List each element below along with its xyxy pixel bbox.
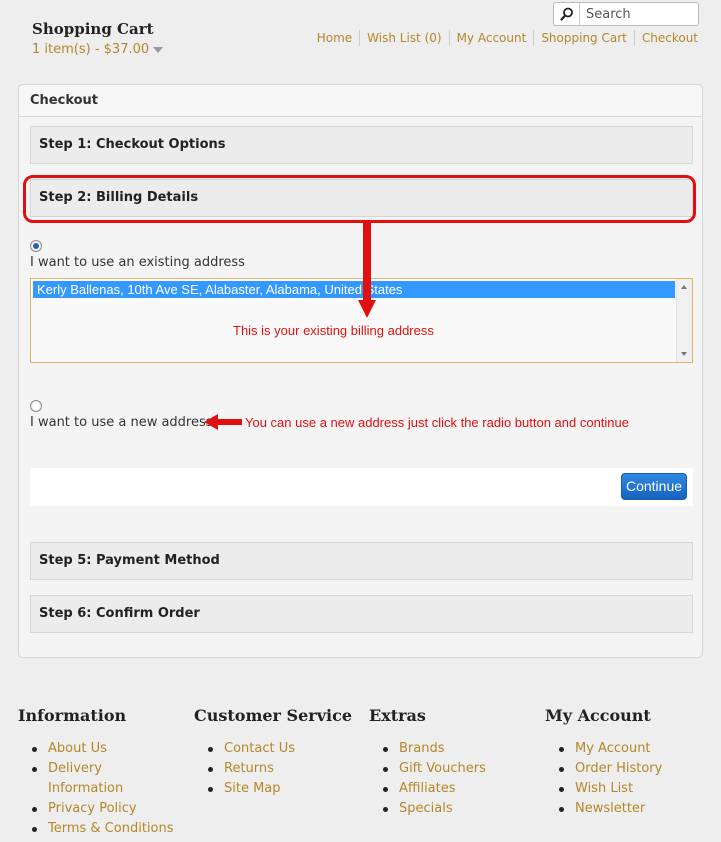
nav-my-account-link[interactable]: My Account <box>448 30 534 46</box>
caret-down-icon <box>153 46 164 53</box>
step-6-confirm-order[interactable]: Step 6: Confirm Order <box>30 595 693 633</box>
footer-link-newsletter[interactable]: Newsletter <box>545 799 662 819</box>
cart-title: Shopping Cart <box>32 20 154 38</box>
footer-extras-title: Extras <box>369 706 426 725</box>
existing-address-select[interactable]: Kerly Ballenas, 10th Ave SE, Alabaster, … <box>30 278 693 363</box>
footer-customer-service: Customer Service Contact Us Returns Site… <box>194 706 352 799</box>
arrow-down-icon <box>358 300 376 318</box>
search-icon <box>559 7 573 21</box>
footer-extras: Extras Brands Gift Vouchers Affiliates S… <box>369 706 486 819</box>
footer-link-delivery[interactable]: Delivery Information <box>18 759 138 799</box>
annotation-arrow-shaft <box>363 222 371 302</box>
cart-summary-text: 1 item(s) - $37.00 <box>32 42 150 57</box>
scroll-up-icon[interactable] <box>681 285 687 289</box>
button-bar: Continue <box>30 468 693 506</box>
annotation-arrow-shaft-left <box>218 419 242 425</box>
search-box <box>553 2 699 26</box>
existing-address-radio[interactable] <box>30 240 42 252</box>
nav-shopping-cart-link[interactable]: Shopping Cart <box>533 30 634 46</box>
annotation-new-address: You can use a new address just click the… <box>245 415 629 430</box>
new-address-radio[interactable] <box>30 400 42 412</box>
step-1-checkout-options[interactable]: Step 1: Checkout Options <box>30 126 693 164</box>
annotation-highlight-box <box>23 175 696 223</box>
nav-wishlist-link[interactable]: Wish List (0) <box>359 30 448 46</box>
nav-checkout-link[interactable]: Checkout <box>633 30 698 46</box>
search-button[interactable] <box>554 3 580 25</box>
footer-information: Information About Us Delivery Informatio… <box>18 706 174 839</box>
checkout-panel: Checkout Step 1: Checkout Options Step 2… <box>18 84 703 658</box>
search-input[interactable] <box>580 4 690 24</box>
footer-link-wish-list[interactable]: Wish List <box>545 779 662 799</box>
footer-link-sitemap[interactable]: Site Map <box>194 779 352 799</box>
footer-link-brands[interactable]: Brands <box>369 739 486 759</box>
scroll-down-icon[interactable] <box>681 352 687 356</box>
arrow-left-icon <box>204 414 218 430</box>
footer-link-specials[interactable]: Specials <box>369 799 486 819</box>
footer-link-about-us[interactable]: About Us <box>18 739 174 759</box>
cart-dropdown[interactable]: 1 item(s) - $37.00 <box>32 42 164 57</box>
footer-link-my-account[interactable]: My Account <box>545 739 662 759</box>
footer-customer-service-title: Customer Service <box>194 706 353 725</box>
address-option-selected[interactable]: Kerly Ballenas, 10th Ave SE, Alabaster, … <box>33 281 675 298</box>
footer-link-order-history[interactable]: Order History <box>545 759 662 779</box>
footer-my-account: My Account My Account Order History Wish… <box>545 706 662 819</box>
footer-link-gift-vouchers[interactable]: Gift Vouchers <box>369 759 486 779</box>
existing-address-label: I want to use an existing address <box>30 255 245 270</box>
footer-link-returns[interactable]: Returns <box>194 759 352 779</box>
footer-link-privacy[interactable]: Privacy Policy <box>18 799 174 819</box>
footer-link-contact[interactable]: Contact Us <box>194 739 352 759</box>
annotation-existing-address: This is your existing billing address <box>233 323 434 338</box>
continue-button[interactable]: Continue <box>621 473 687 500</box>
step-5-payment-method[interactable]: Step 5: Payment Method <box>30 542 693 580</box>
footer-link-terms[interactable]: Terms & Conditions <box>18 819 174 839</box>
checkout-heading: Checkout <box>19 85 702 117</box>
nav-home-link[interactable]: Home <box>310 30 359 46</box>
top-nav: Home Wish List (0) My Account Shopping C… <box>310 30 698 46</box>
new-address-label: I want to use a new address <box>30 415 213 430</box>
footer-information-title: Information <box>18 706 127 725</box>
footer-my-account-title: My Account <box>545 706 651 725</box>
footer-link-affiliates[interactable]: Affiliates <box>369 779 486 799</box>
address-scrollbar[interactable] <box>676 279 692 362</box>
